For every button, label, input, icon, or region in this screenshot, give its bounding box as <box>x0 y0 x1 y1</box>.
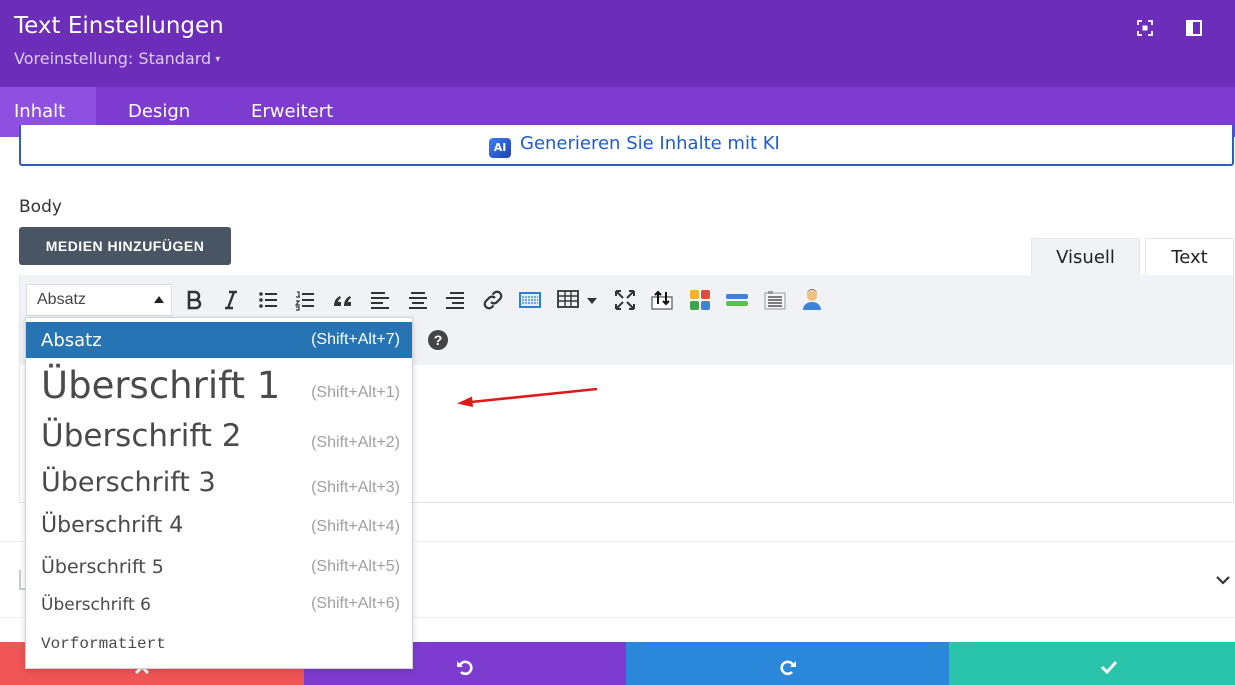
numbered-list-icon[interactable] <box>293 288 317 312</box>
tab-text[interactable]: Text <box>1145 238 1234 276</box>
ai-icon: AI <box>489 138 511 158</box>
table-icon[interactable] <box>556 288 580 312</box>
italic-icon[interactable] <box>219 288 243 312</box>
align-right-icon[interactable] <box>443 288 467 312</box>
annotation-arrow-icon <box>457 387 598 407</box>
tab-visual[interactable]: Visuell <box>1031 238 1140 276</box>
add-media-button[interactable]: MEDIEN HINZUFÜGEN <box>19 227 231 265</box>
modal-header: Text Einstellungen Voreinstellung: Stand… <box>0 0 1235 87</box>
insert-shortcode-icon[interactable] <box>650 288 674 312</box>
body-field-label: Body <box>19 197 62 217</box>
user-element-icon[interactable] <box>800 288 824 312</box>
chevron-down-icon[interactable] <box>1214 571 1232 589</box>
undo-icon <box>457 660 473 676</box>
format-option-h4[interactable]: Überschrift 4 (Shift+Alt+4) <box>26 508 412 548</box>
redo-icon <box>780 660 796 676</box>
align-center-icon[interactable] <box>406 288 430 312</box>
format-option-h5[interactable]: Überschrift 5 (Shift+Alt+5) <box>26 548 412 588</box>
expand-icon[interactable] <box>613 288 637 312</box>
save-button[interactable] <box>949 642 1235 685</box>
format-option-h3[interactable]: Überschrift 3 (Shift+Alt+3) <box>26 464 412 508</box>
bold-icon[interactable] <box>182 288 206 312</box>
toolbar-toggle-icon[interactable] <box>518 288 542 312</box>
layout-blocks-icon[interactable] <box>688 288 712 312</box>
help-icon[interactable]: ? <box>428 330 448 350</box>
ai-generate-button[interactable]: AI Generieren Sie Inhalte mit KI <box>19 125 1234 166</box>
link-icon[interactable] <box>481 288 505 312</box>
format-option-h1[interactable]: Überschrift 1 (Shift+Alt+1) <box>26 362 412 418</box>
format-option-absatz[interactable]: Absatz (Shift+Alt+7) <box>26 322 412 358</box>
format-option-pre[interactable]: Vorformatiert <box>26 624 412 664</box>
preset-selector[interactable]: Voreinstellung: Standard ▾ <box>14 49 220 68</box>
blockquote-icon[interactable] <box>331 288 355 312</box>
fullscreen-icon[interactable] <box>1135 18 1155 38</box>
bullet-list-icon[interactable] <box>256 288 280 312</box>
caret-up-icon <box>154 296 164 303</box>
module-settings-modal: Text Einstellungen Voreinstellung: Stand… <box>0 0 1235 685</box>
sidebar-toggle-icon[interactable] <box>1184 18 1204 38</box>
redo-button[interactable] <box>626 642 949 685</box>
modal-title: Text Einstellungen <box>14 13 224 39</box>
ai-generate-label: Generieren Sie Inhalte mit KI <box>520 133 780 154</box>
preset-label: Voreinstellung: Standard <box>14 49 212 68</box>
format-select-value: Absatz <box>37 291 86 308</box>
align-left-icon[interactable] <box>368 288 392 312</box>
format-dropdown-menu: Absatz (Shift+Alt+7) Überschrift 1 (Shif… <box>25 317 413 669</box>
caret-down-icon: ▾ <box>215 54 221 65</box>
format-option-h2[interactable]: Überschrift 2 (Shift+Alt+2) <box>26 418 412 464</box>
format-select[interactable]: Absatz <box>26 284 172 316</box>
ai-generate-content: AI Generieren Sie Inhalte mit KI <box>489 133 780 158</box>
toggle-element-icon[interactable] <box>725 288 749 312</box>
table-dropdown-icon[interactable] <box>586 288 598 312</box>
check-icon <box>1100 660 1118 675</box>
tabs-element-icon[interactable] <box>763 288 787 312</box>
format-option-h6[interactable]: Überschrift 6 (Shift+Alt+6) <box>26 588 412 624</box>
